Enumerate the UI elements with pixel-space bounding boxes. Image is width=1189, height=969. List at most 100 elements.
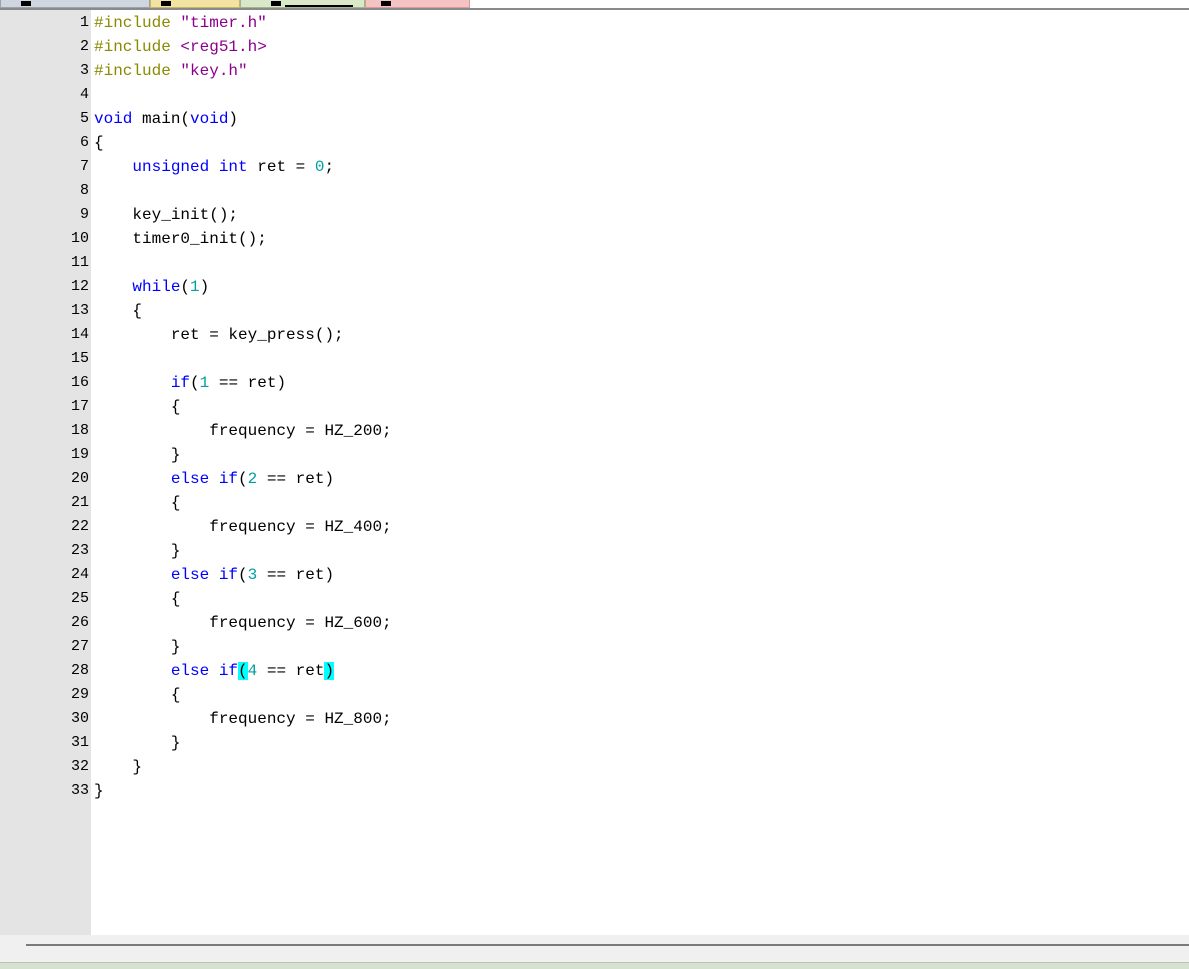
code-token: else — [170, 662, 210, 680]
code-token: ( — [238, 470, 248, 488]
code-line[interactable]: timer0_init(); — [94, 227, 267, 251]
editor-window: 1 2 3 4 5 6 7 8 9 10 11 12 13 14 15 16 17 18 19 20 21 22 23 24 2… — [0, 0, 1189, 969]
code-token: { — [94, 494, 181, 512]
code-line[interactable]: } — [94, 779, 104, 803]
code-line[interactable]: else if(2 == ret) — [94, 467, 334, 491]
code-line[interactable]: unsigned int ret = 0; — [94, 155, 334, 179]
code-token: <reg51.h> — [180, 38, 267, 56]
line-number: 30 — [70, 710, 89, 727]
matched-bracket: ) — [324, 662, 335, 680]
panel-splitter[interactable] — [26, 944, 1189, 946]
line-number: 31 — [70, 734, 89, 751]
code-line[interactable]: { — [94, 491, 181, 515]
line-number: 29 — [70, 686, 89, 703]
code-line[interactable]: #include "key.h" — [94, 59, 248, 83]
code-token: #include — [94, 14, 181, 32]
code-token: unsigned — [132, 158, 210, 176]
code-token: == ret) — [257, 566, 335, 584]
code-line[interactable]: { — [94, 395, 181, 419]
code-line[interactable]: } — [94, 635, 181, 659]
file-tab-1[interactable] — [0, 0, 150, 8]
code-line[interactable]: void main(void) — [94, 107, 238, 131]
code-token: int — [218, 158, 248, 176]
code-token: if — [170, 374, 191, 392]
line-number: 9 — [79, 206, 89, 223]
code-token: } — [94, 782, 104, 800]
code-line[interactable]: else if(4 == ret) — [94, 659, 335, 683]
line-number: 11 — [70, 254, 89, 271]
line-number: 7 — [79, 158, 89, 175]
file-tab-2[interactable] — [150, 0, 240, 8]
line-number-gutter[interactable]: 1 2 3 4 5 6 7 8 9 10 11 12 13 14 15 16 17 18 19 20 21 22 23 24 2… — [0, 10, 91, 935]
code-token: main( — [132, 110, 191, 128]
code-token: "key.h" — [180, 62, 248, 80]
line-number: 10 — [70, 230, 89, 247]
code-line[interactable]: { — [94, 683, 181, 707]
code-line[interactable]: } — [94, 443, 181, 467]
code-token: "timer.h" — [180, 14, 267, 32]
code-line[interactable]: frequency = HZ_600; — [94, 611, 391, 635]
code-token: { — [94, 134, 104, 152]
code-token: ( — [190, 374, 200, 392]
file-tab-3-active[interactable] — [240, 0, 365, 8]
code-token: ( — [238, 566, 248, 584]
code-text-area[interactable]: #include "timer.h" #include <reg51.h> #inc… — [91, 10, 1189, 935]
line-number: 5 — [79, 110, 89, 127]
line-number: 20 — [70, 470, 89, 487]
status-bar — [0, 962, 1189, 969]
line-number: 2 — [79, 38, 89, 55]
code-token: == ret) — [257, 470, 335, 488]
bottom-panel — [0, 935, 1189, 969]
line-number: 6 — [79, 134, 89, 151]
code-token: frequency = HZ_800; — [94, 710, 392, 728]
code-token: ret = key_press(); — [94, 326, 344, 344]
code-token: { — [94, 302, 143, 320]
code-token: frequency = HZ_200; — [94, 422, 392, 440]
line-number: 4 — [79, 86, 89, 103]
code-line[interactable]: { — [94, 131, 104, 155]
matched-bracket: ( — [238, 662, 248, 680]
code-token: void — [190, 110, 229, 128]
file-tab-4[interactable] — [365, 0, 470, 8]
code-line[interactable]: while(1) — [94, 275, 209, 299]
code-token: 1 — [190, 278, 200, 296]
code-line[interactable]: } — [94, 755, 142, 779]
code-line[interactable]: } — [94, 539, 181, 563]
code-line[interactable]: if(1 == ret) — [94, 371, 286, 395]
line-number: 27 — [70, 638, 89, 655]
code-line[interactable]: frequency = HZ_800; — [94, 707, 392, 731]
code-token: else — [170, 566, 210, 584]
line-number: 32 — [70, 758, 89, 775]
code-token: 2 — [247, 470, 258, 488]
code-token: ret = — [247, 158, 315, 176]
code-line[interactable]: key_init(); — [94, 203, 238, 227]
line-number: 1 — [79, 14, 89, 31]
code-line[interactable]: } — [94, 731, 181, 755]
code-line[interactable]: frequency = HZ_200; — [94, 419, 392, 443]
line-number: 13 — [70, 302, 89, 319]
code-line[interactable]: #include <reg51.h> — [94, 35, 267, 59]
code-line[interactable]: { — [94, 587, 181, 611]
code-token: ; — [324, 158, 335, 176]
code-token: void — [94, 110, 133, 128]
file-icon — [381, 1, 391, 6]
code-line[interactable]: frequency = HZ_400; — [94, 515, 391, 539]
code-token: } — [94, 542, 181, 560]
code-editor[interactable]: 1 2 3 4 5 6 7 8 9 10 11 12 13 14 15 16 17 18 19 20 21 22 23 24 2… — [0, 10, 1189, 935]
code-token: } — [94, 734, 181, 752]
code-line[interactable]: ret = key_press(); — [94, 323, 344, 347]
line-number: 22 — [70, 518, 89, 535]
file-icon — [161, 1, 171, 6]
code-line[interactable]: { — [94, 299, 142, 323]
code-token: } — [94, 638, 181, 656]
code-token: timer0_init(); — [94, 230, 267, 248]
code-line[interactable]: else if(3 == ret) — [94, 563, 334, 587]
file-icon — [21, 1, 31, 6]
code-line[interactable]: #include "timer.h" — [94, 11, 267, 35]
code-token: 4 — [247, 662, 258, 680]
